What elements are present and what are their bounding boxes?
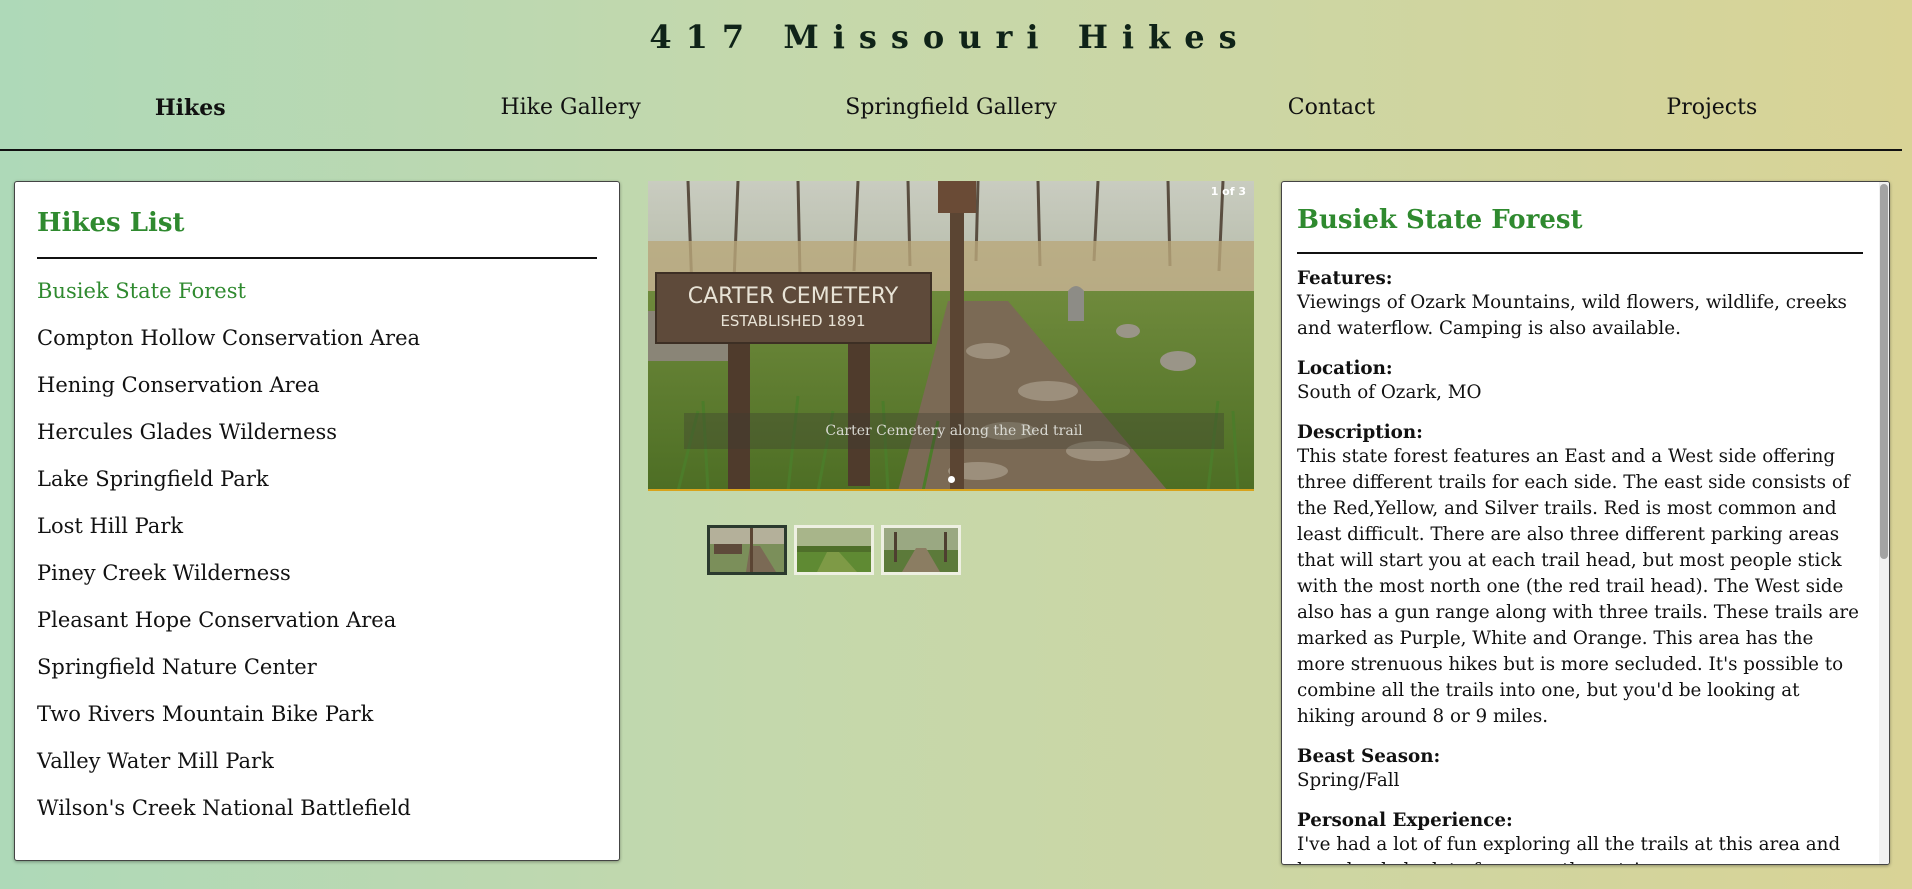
description-text: This state forest features an East and a… (1297, 445, 1859, 727)
features-section: Features: Viewings of Ozark Mountains, w… (1297, 268, 1863, 342)
carousel-caption: Carter Cemetery along the Red trail (684, 413, 1224, 449)
sign-line-2: ESTABLISHED 1891 (720, 312, 865, 330)
hike-detail-panel[interactable]: Busiek State Forest Features: Viewings o… (1281, 181, 1890, 865)
thumbnail-3-image (884, 528, 958, 572)
hike-item-wilsons-creek[interactable]: Wilson's Creek National Battlefield (37, 796, 597, 843)
nav-springfield-gallery[interactable]: Springfield Gallery (761, 88, 1141, 128)
experience-label: Personal Experience: (1297, 809, 1513, 831)
features-label: Features: (1297, 267, 1393, 289)
detail-scrollbar-thumb[interactable] (1880, 184, 1888, 559)
description-label: Description: (1297, 421, 1423, 443)
season-text: Spring/Fall (1297, 769, 1400, 791)
sign-line-1: CARTER CEMETERY (688, 284, 899, 309)
location-section: Location: South of Ozark, MO (1297, 358, 1863, 406)
thumbnail-2-image (797, 528, 871, 572)
hike-item-pleasant-hope[interactable]: Pleasant Hope Conservation Area (37, 608, 597, 655)
hike-item-hening[interactable]: Hening Conservation Area (37, 373, 597, 420)
season-label: Beast Season: (1297, 745, 1441, 767)
experience-section: Personal Experience: I've had a lot of f… (1297, 809, 1863, 864)
hikes-list-panel: Hikes List Busiek State Forest Compton H… (14, 181, 620, 861)
carousel-counter: 1 of 3 (1210, 185, 1246, 198)
nav-hikes[interactable]: Hikes (0, 88, 380, 128)
hikes-list-title: Hikes List (37, 208, 185, 238)
thumbnail-1[interactable] (707, 525, 787, 575)
detail-divider (1297, 251, 1863, 254)
location-text: South of Ozark, MO (1297, 381, 1482, 403)
hike-item-lost-hill[interactable]: Lost Hill Park (37, 514, 597, 561)
carousel-indicator (648, 468, 1254, 487)
carousel-thumbnails (707, 525, 961, 575)
hike-item-piney-creek[interactable]: Piney Creek Wilderness (37, 561, 597, 608)
hike-item-two-rivers[interactable]: Two Rivers Mountain Bike Park (37, 702, 597, 749)
site-title: 417 Missouri Hikes (649, 18, 1251, 56)
hikes-list: Busiek State Forest Compton Hollow Conse… (37, 279, 597, 843)
thumbnail-2[interactable] (794, 525, 874, 575)
experience-text: I've had a lot of fun exploring all the … (1297, 833, 1841, 864)
thumbnail-1-image (710, 528, 784, 572)
nav-projects[interactable]: Projects (1522, 88, 1902, 128)
hike-item-compton-hollow[interactable]: Compton Hollow Conservation Area (37, 326, 597, 373)
nav-contact[interactable]: Contact (1141, 88, 1521, 128)
location-label: Location: (1297, 357, 1393, 379)
hike-item-hercules-glades[interactable]: Hercules Glades Wilderness (37, 420, 597, 467)
image-carousel[interactable]: CARTER CEMETERY ESTABLISHED 1891 1 of 3 … (648, 181, 1254, 491)
hike-item-springfield-nature[interactable]: Springfield Nature Center (37, 655, 597, 702)
features-text: Viewings of Ozark Mountains, wild flower… (1297, 291, 1847, 339)
main-nav: Hikes Hike Gallery Springfield Gallery C… (0, 88, 1902, 128)
thumbnail-3[interactable] (881, 525, 961, 575)
carousel-dot[interactable] (947, 476, 955, 483)
nav-hike-gallery[interactable]: Hike Gallery (380, 88, 760, 128)
season-section: Beast Season: Spring/Fall (1297, 746, 1863, 794)
description-section: Description: This state forest features … (1297, 422, 1863, 730)
hike-item-lake-springfield[interactable]: Lake Springfield Park (37, 467, 597, 514)
hike-item-valley-water-mill[interactable]: Valley Water Mill Park (37, 749, 597, 796)
detail-title: Busiek State Forest (1297, 205, 1583, 235)
hike-item-busiek[interactable]: Busiek State Forest (37, 279, 597, 326)
nav-divider (0, 149, 1902, 151)
hikes-list-divider (37, 257, 597, 260)
detail-scrollbar[interactable] (1879, 182, 1889, 864)
